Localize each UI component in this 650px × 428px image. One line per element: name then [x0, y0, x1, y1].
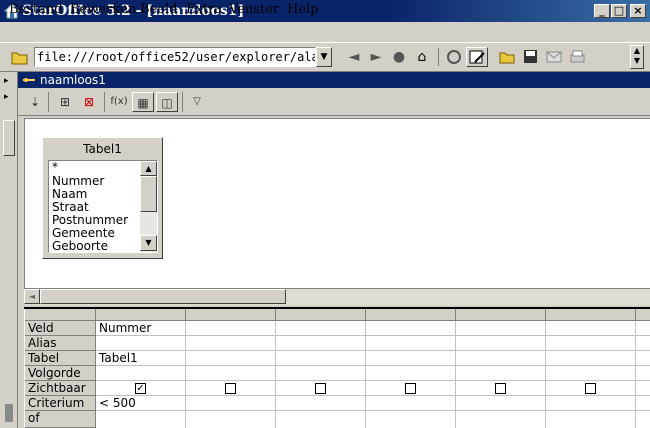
grid-line	[185, 321, 186, 428]
row-label-volgorde: Volgorde	[25, 366, 96, 381]
column-header[interactable]	[366, 309, 456, 321]
grid-line	[545, 321, 546, 428]
maximize-icon[interactable]: □	[611, 4, 627, 18]
forward-icon[interactable]: ►	[366, 47, 386, 67]
close-icon[interactable]: ×	[630, 4, 646, 18]
cell-of[interactable]	[96, 411, 185, 425]
grid-line	[365, 321, 366, 428]
visible-checkbox[interactable]	[315, 383, 326, 394]
back-icon[interactable]: ◄	[344, 47, 364, 67]
scroll-up-icon[interactable]: ▲	[140, 161, 157, 176]
print-icon[interactable]	[567, 48, 587, 66]
row-label-veld: Veld	[25, 321, 96, 336]
grid-line	[96, 380, 650, 381]
column-header[interactable]	[636, 309, 650, 321]
visible-checkbox[interactable]	[495, 383, 506, 394]
visible-checkbox[interactable]	[225, 383, 236, 394]
open-icon[interactable]	[498, 48, 518, 66]
column-header[interactable]	[186, 309, 276, 321]
hscroll-thumb[interactable]	[40, 289, 286, 304]
menu-bewerken[interactable]: Bewerken	[70, 2, 136, 17]
row-label-alias: Alias	[25, 336, 96, 351]
row-label-zichtbaar: Zichtbaar	[25, 381, 96, 396]
field-item[interactable]: *	[52, 161, 58, 174]
cell-tabel[interactable]: Tabel1	[96, 351, 185, 365]
scroll-thumb[interactable]	[140, 176, 157, 212]
save-icon[interactable]	[521, 48, 541, 66]
table-window-title[interactable]: Tabel1	[46, 142, 159, 158]
stop-icon[interactable]: ●	[389, 47, 409, 67]
grid-line	[275, 321, 276, 428]
visible-checkbox[interactable]	[405, 383, 416, 394]
open-folder-icon[interactable]	[10, 48, 30, 66]
menu-bestand[interactable]: Bestand	[9, 2, 63, 17]
toolbar-separator	[182, 92, 183, 112]
toolbar-scroll-button[interactable]: ▲ ▼	[630, 45, 644, 69]
column-header[interactable]	[276, 309, 366, 321]
row-label-of: of	[25, 411, 96, 428]
add-table-icon[interactable]: ⊞	[54, 92, 76, 112]
document-title-bar	[18, 72, 650, 88]
cell-veld[interactable]: Nummer	[96, 321, 185, 335]
cell-criterium[interactable]: < 500	[96, 396, 185, 410]
home-icon[interactable]: ⌂	[412, 47, 432, 67]
strip-arrow-icon[interactable]: ▸	[4, 92, 14, 102]
scroll-down-icon[interactable]: ▼	[140, 235, 157, 251]
cell-alias[interactable]	[96, 336, 185, 350]
column-header[interactable]	[96, 309, 186, 321]
minimize-icon[interactable]: _	[594, 4, 610, 18]
url-input[interactable]: file:///root/office52/user/explorer/alai…	[34, 47, 316, 67]
menu-bar	[0, 22, 650, 41]
strip-arrow-icon[interactable]: ▸	[4, 76, 14, 86]
distinct-values-icon[interactable]: ▽	[186, 92, 208, 112]
strip-bottom-icon[interactable]	[3, 402, 15, 424]
toolbar-separator	[104, 92, 105, 112]
grid-line	[455, 321, 456, 428]
toolbar-separator	[48, 92, 49, 112]
document-title: naamloos1	[40, 73, 106, 87]
delete-table-icon[interactable]: ⊠	[78, 92, 100, 112]
row-label-tabel: Tabel	[25, 351, 96, 366]
menu-extra[interactable]: Extra	[186, 2, 222, 17]
strip-handle[interactable]	[3, 120, 15, 156]
field-item[interactable]: Geboorte	[52, 240, 108, 253]
edit-mode-icon[interactable]	[466, 47, 488, 67]
alias-icon[interactable]: ◫	[156, 92, 178, 112]
column-header[interactable]	[456, 309, 546, 321]
toolbar-separator	[438, 48, 439, 66]
run-query-icon[interactable]: ⇣	[24, 92, 46, 112]
menu-beeld[interactable]: Beeld	[140, 2, 177, 17]
url-dropdown-icon[interactable]: ▼	[316, 47, 332, 67]
query-doc-icon	[22, 74, 36, 86]
table-names-icon[interactable]: ▦	[132, 92, 154, 112]
column-header[interactable]	[546, 309, 636, 321]
grid-line	[635, 321, 636, 428]
edit-file-icon[interactable]	[444, 48, 464, 66]
visible-checkbox[interactable]: ✓	[135, 383, 146, 394]
cell-volgorde[interactable]	[96, 366, 185, 380]
functions-icon[interactable]: f(x)	[108, 92, 130, 112]
visible-checkbox[interactable]	[585, 383, 596, 394]
mail-icon[interactable]	[544, 48, 564, 66]
menu-venster[interactable]: Venster	[229, 2, 279, 17]
scroll-left-icon[interactable]: ◄	[24, 289, 40, 304]
menu-help[interactable]: Help	[287, 2, 319, 17]
grid-corner	[25, 309, 96, 321]
row-label-criterium: Criterium	[25, 396, 96, 411]
